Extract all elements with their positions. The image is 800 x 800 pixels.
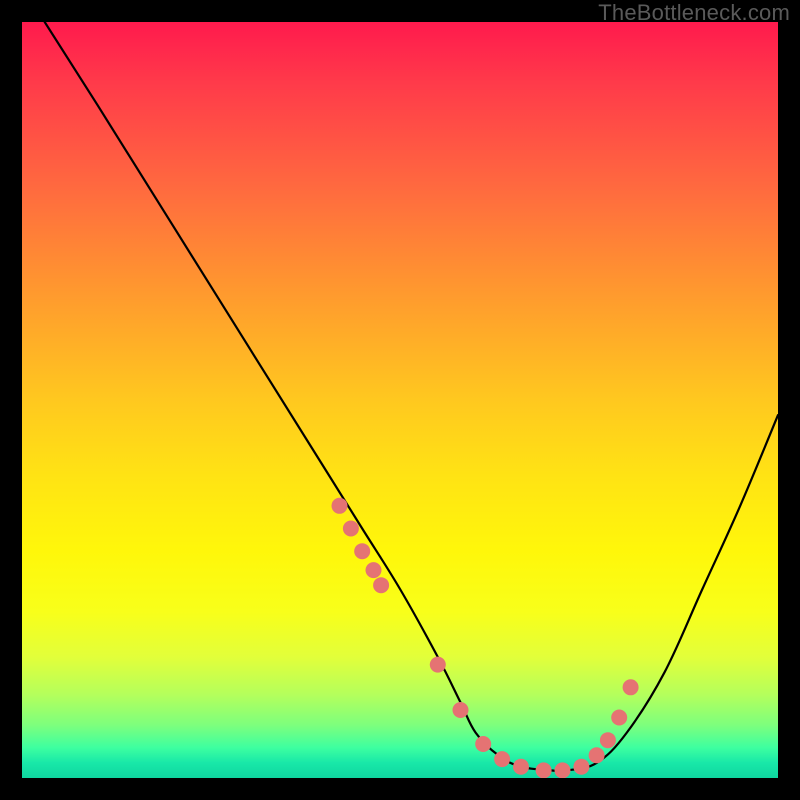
fit-marker: [332, 498, 348, 514]
fit-marker: [475, 736, 491, 752]
fit-marker: [513, 759, 529, 775]
fit-marker: [611, 710, 627, 726]
plot-area: [22, 22, 778, 778]
fit-marker: [373, 577, 389, 593]
curve-layer: [22, 22, 778, 778]
fit-marker: [589, 747, 605, 763]
fit-marker: [573, 759, 589, 775]
fit-marker: [555, 762, 571, 778]
bottleneck-curve: [45, 22, 778, 771]
fit-marker: [366, 562, 382, 578]
fit-marker: [600, 732, 616, 748]
fit-marker: [494, 751, 510, 767]
fit-marker: [354, 543, 370, 559]
chart-frame: TheBottleneck.com: [0, 0, 800, 800]
fit-marker: [536, 762, 552, 778]
fit-marker: [623, 679, 639, 695]
fit-marker: [343, 521, 359, 537]
fit-region-markers: [332, 498, 639, 778]
fit-marker: [430, 657, 446, 673]
fit-marker: [453, 702, 469, 718]
